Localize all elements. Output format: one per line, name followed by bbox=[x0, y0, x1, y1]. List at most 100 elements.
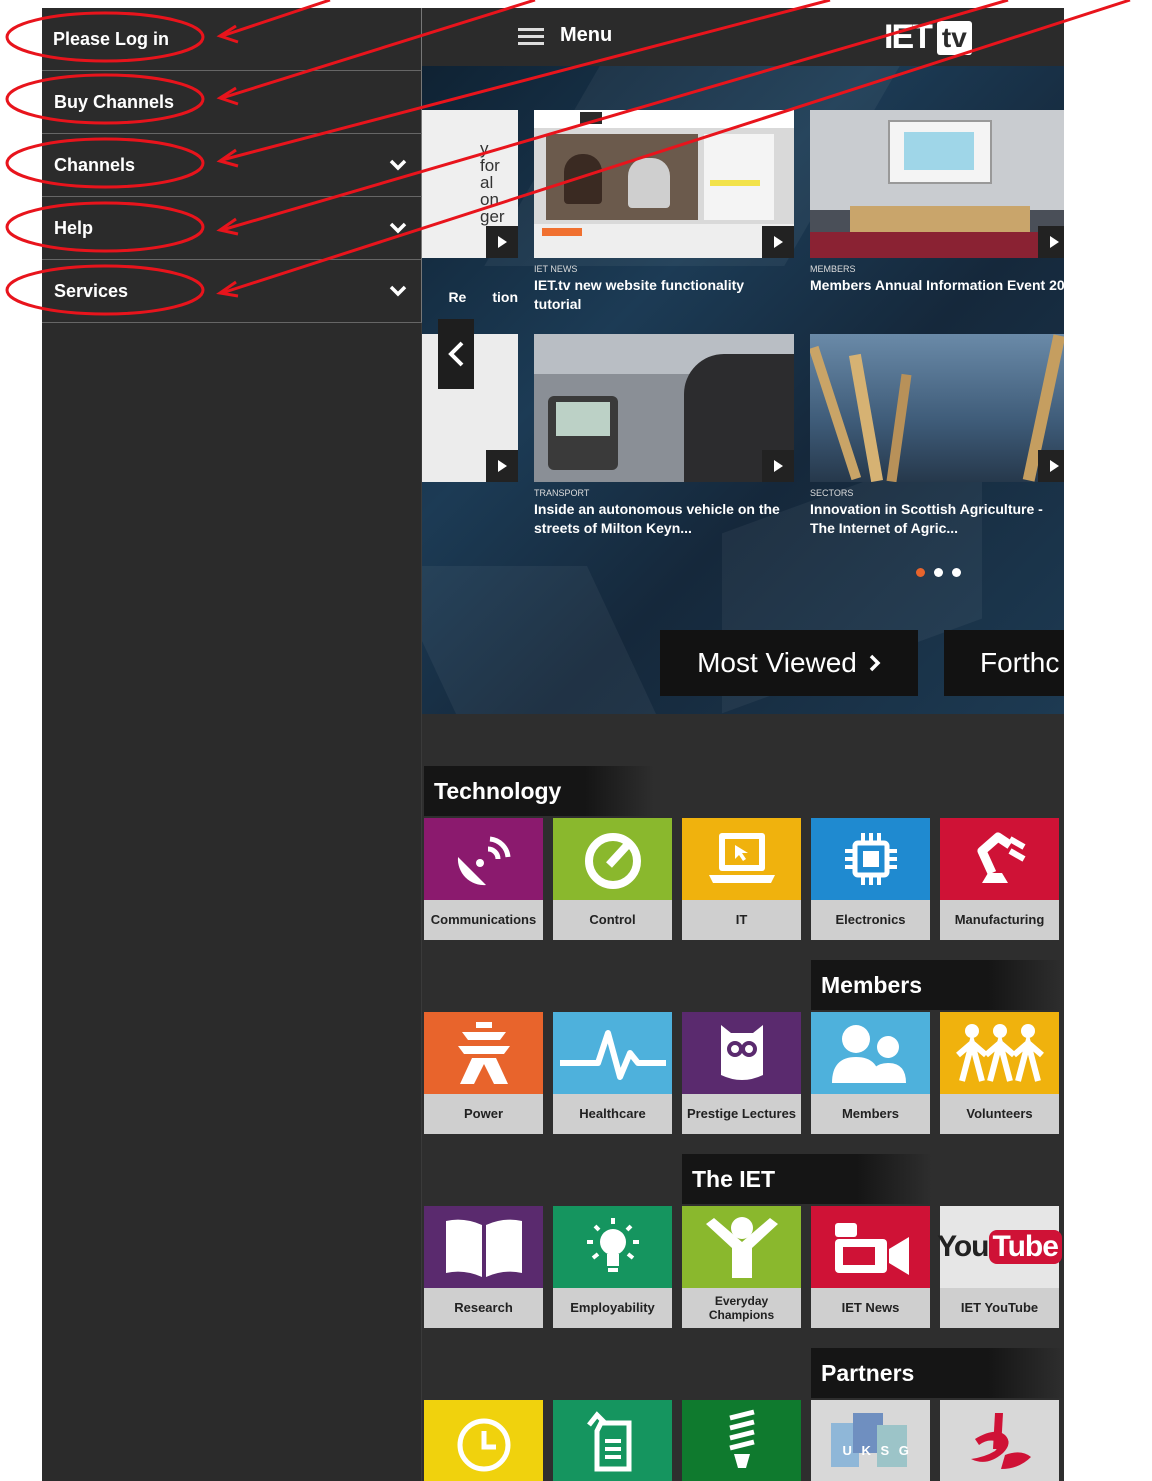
tile-label: Everyday Champions bbox=[682, 1288, 801, 1328]
channel-tile-iet-news[interactable]: IET News bbox=[811, 1206, 930, 1328]
tile-label: Volunteers bbox=[940, 1094, 1059, 1134]
channel-tile-employability[interactable]: Employability bbox=[553, 1206, 672, 1328]
video-card-partial[interactable]: y for al on ger Re tion bbox=[422, 110, 518, 307]
drawer-item-help[interactable]: Help bbox=[42, 197, 422, 260]
video-thumbnail bbox=[810, 110, 1064, 258]
play-icon bbox=[762, 226, 794, 258]
play-icon bbox=[1038, 226, 1064, 258]
partner-tile[interactable]: U K S G bbox=[811, 1400, 930, 1481]
video-category: SECTORS bbox=[810, 488, 854, 498]
champion-icon bbox=[705, 1217, 778, 1278]
tile-label: Members bbox=[811, 1094, 930, 1134]
book-icon bbox=[445, 1219, 522, 1277]
document-icon bbox=[586, 1411, 631, 1472]
drawer-item-buy-channels[interactable]: Buy Channels bbox=[42, 71, 422, 134]
channel-tile-volunteers[interactable]: Volunteers bbox=[940, 1012, 1059, 1134]
channel-tile-research[interactable]: Research bbox=[424, 1206, 543, 1328]
robot-arm-icon bbox=[977, 832, 1025, 883]
partner-tile[interactable] bbox=[553, 1400, 672, 1481]
chip-icon bbox=[844, 833, 897, 885]
drawer-item-label: Services bbox=[54, 280, 129, 301]
clock-icon bbox=[457, 1418, 510, 1472]
carousel-dot-active[interactable] bbox=[916, 568, 925, 577]
most-viewed-button[interactable]: Most Viewed bbox=[660, 630, 918, 696]
tile-label: Electronics bbox=[811, 900, 930, 940]
channel-tile-control[interactable]: Control bbox=[553, 818, 672, 940]
carousel-dot[interactable] bbox=[952, 568, 961, 577]
channel-tile-prestige-lectures[interactable]: Prestige Lectures bbox=[682, 1012, 801, 1134]
youtube-you: You bbox=[937, 1230, 989, 1263]
chevron-down-icon bbox=[389, 285, 407, 297]
channel-tile-manufacturing[interactable]: Manufacturing bbox=[940, 818, 1059, 940]
drawer-item-services[interactable]: Services bbox=[42, 260, 422, 323]
carousel-dot[interactable] bbox=[934, 568, 943, 577]
logo-tv: tv bbox=[936, 20, 972, 55]
video-category: TRANSPORT bbox=[534, 488, 590, 498]
channel-tile-communications[interactable]: Communications bbox=[424, 818, 543, 940]
video-title: tion bbox=[492, 289, 518, 305]
partner-tile[interactable] bbox=[424, 1400, 543, 1481]
drawer-item-label: Buy Channels bbox=[54, 91, 175, 112]
video-category: MEMBERS bbox=[810, 264, 856, 274]
menu-label: Menu bbox=[560, 24, 613, 46]
video-title: Inside an autonomous vehicle on the stre… bbox=[534, 501, 780, 536]
chevron-left-icon bbox=[448, 341, 464, 367]
forthcoming-label: Forthc bbox=[980, 647, 1060, 678]
energy-bulb-icon bbox=[728, 1409, 755, 1468]
tile-label: Manufacturing bbox=[940, 900, 1059, 940]
tile-label: Employability bbox=[553, 1288, 672, 1328]
drawer-item-label: Channels bbox=[54, 154, 136, 175]
channel-tile-electronics[interactable]: Electronics bbox=[811, 818, 930, 940]
tile-label: Research bbox=[424, 1288, 543, 1328]
volunteers-icon bbox=[955, 1024, 1044, 1082]
most-viewed-label: Most Viewed bbox=[697, 647, 857, 678]
channel-tile-it[interactable]: IT bbox=[682, 818, 801, 940]
section-header-the-iet: The IET bbox=[682, 1154, 932, 1204]
channel-tile-everyday-champions[interactable]: Everyday Champions bbox=[682, 1206, 801, 1328]
video-thumbnail bbox=[810, 334, 1064, 482]
menu-button[interactable]: Menu bbox=[518, 24, 612, 47]
tile-label: IET YouTube bbox=[940, 1288, 1059, 1328]
channel-tile-healthcare[interactable]: Healthcare bbox=[553, 1012, 672, 1134]
video-card[interactable]: MEMBERS Members Annual Information Event… bbox=[810, 110, 1064, 295]
carousel-prev-button[interactable] bbox=[438, 319, 474, 389]
channel-tile-power[interactable]: Power bbox=[424, 1012, 543, 1134]
uksg-logo-icon: U K S G bbox=[811, 1400, 930, 1481]
play-icon bbox=[486, 226, 518, 258]
tile-label: Prestige Lectures bbox=[682, 1094, 801, 1134]
laptop-icon bbox=[708, 833, 775, 883]
video-title: Innovation in Scottish Agriculture - The… bbox=[810, 501, 1043, 536]
drawer-item-channels[interactable]: Channels bbox=[42, 134, 422, 197]
logo-text: IET bbox=[884, 18, 933, 56]
chevron-down-icon bbox=[389, 222, 407, 234]
drawer-item-login[interactable]: Please Log in bbox=[42, 8, 422, 71]
video-card[interactable]: TRANSPORT Inside an autonomous vehicle o… bbox=[534, 334, 794, 538]
app-screen: Please Log in Buy Channels Channels Help… bbox=[42, 8, 1064, 1481]
partner-tile[interactable] bbox=[682, 1400, 801, 1481]
thumb-text: on bbox=[480, 190, 499, 209]
tile-label: IET News bbox=[811, 1288, 930, 1328]
play-icon bbox=[762, 450, 794, 482]
play-icon bbox=[486, 450, 518, 482]
video-card[interactable]: IET NEWS IET.tv new website functionalit… bbox=[534, 110, 794, 314]
lightbulb-icon bbox=[586, 1218, 639, 1272]
tile-label: Control bbox=[553, 900, 672, 940]
channel-tile-iet-youtube[interactable]: You Tube IET YouTube bbox=[937, 1206, 1062, 1328]
owl-icon bbox=[720, 1025, 763, 1080]
satellite-dish-icon bbox=[457, 836, 510, 886]
video-camera-icon bbox=[834, 1223, 909, 1275]
channel-tile-members[interactable]: Members bbox=[811, 1012, 930, 1134]
video-thumbnail: y for al on ger bbox=[422, 110, 518, 258]
partner-tile[interactable] bbox=[940, 1400, 1059, 1481]
video-card[interactable]: SECTORS Innovation in Scottish Agricultu… bbox=[810, 334, 1064, 538]
youtube-tube: Tube bbox=[988, 1230, 1062, 1264]
video-thumbnail bbox=[534, 110, 794, 258]
iet-tv-logo[interactable]: IET tv bbox=[884, 18, 972, 57]
uksg-text: U K S G bbox=[842, 1443, 912, 1458]
video-title: Re bbox=[448, 289, 467, 305]
tile-label: IT bbox=[682, 900, 801, 940]
forthcoming-button[interactable]: Forthc bbox=[944, 630, 1064, 696]
chevron-right-icon bbox=[869, 654, 881, 672]
thumb-text: ger bbox=[480, 207, 505, 226]
tile-label: Communications bbox=[424, 900, 543, 940]
